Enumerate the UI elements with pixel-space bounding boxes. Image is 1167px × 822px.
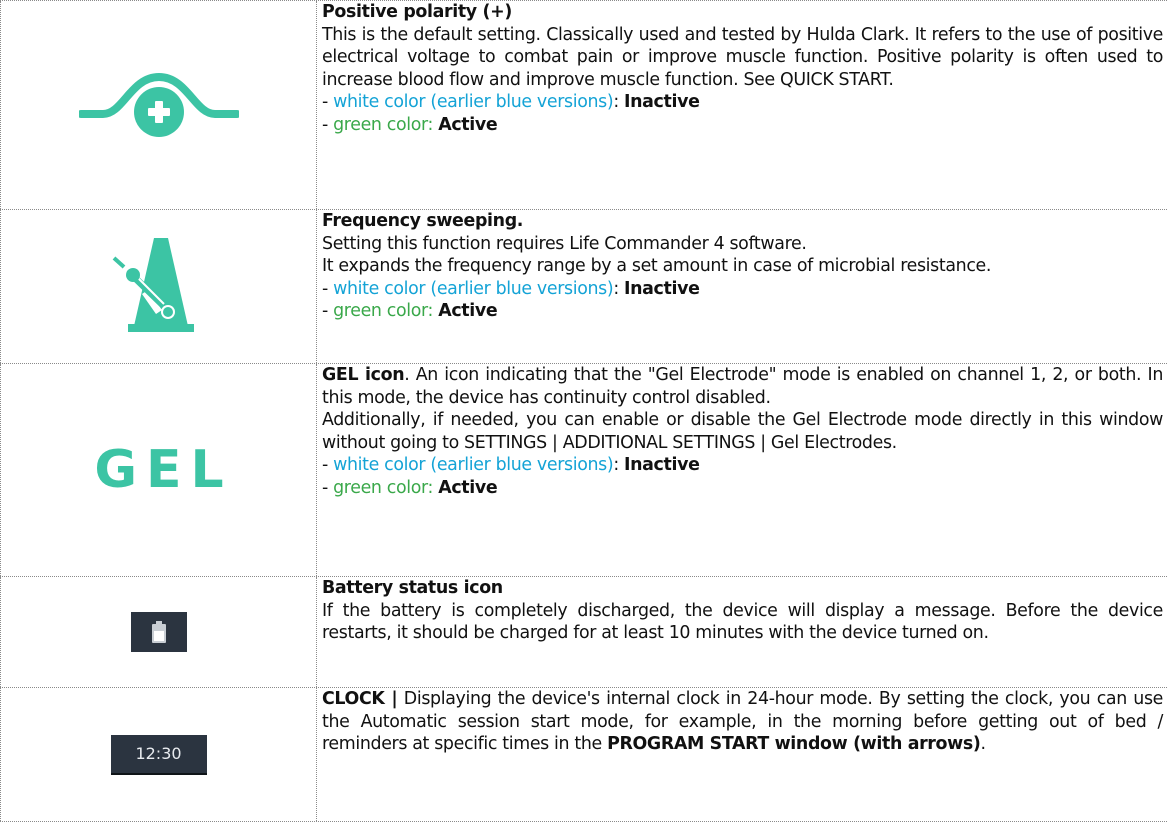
row-text: It expands the frequency range by a set … [322, 256, 992, 276]
icon-cell: GEL [0, 364, 317, 576]
green-color-label: green color: [333, 301, 434, 321]
inactive-state: Inactive [624, 455, 700, 475]
row-text: . An icon indicating that the "Gel Elect… [322, 365, 1163, 408]
program-start-reference: PROGRAM START window (with arrows) [607, 734, 981, 754]
inactive-state: Inactive [624, 278, 700, 299]
icon-description-table: Positive polarity (+) This is the defaul… [0, 0, 1167, 822]
row-description: Positive polarity (+) This is the defaul… [322, 2, 1163, 135]
row-text: . [980, 734, 986, 754]
gel-icon: GEL [94, 440, 233, 500]
table-row: Positive polarity (+) This is the defaul… [0, 0, 1167, 210]
active-state: Active [438, 301, 498, 321]
icon-cell [0, 1, 317, 209]
row-title: GEL icon [322, 365, 405, 385]
green-color-label: green color: [333, 114, 434, 135]
table-row: 12:30 CLOCK | Displaying the device's in… [0, 688, 1167, 822]
inactive-state: Inactive [624, 92, 700, 112]
positive-polarity-icon [76, 63, 241, 147]
row-title: Positive polarity (+) [322, 2, 512, 22]
row-text: This is the default setting. Classically… [322, 24, 1163, 90]
row-description: GEL icon. An icon indicating that the "G… [322, 365, 1163, 498]
row-title: CLOCK | [322, 689, 398, 709]
row-title: Frequency sweeping. [322, 211, 524, 231]
row-description: Frequency sweeping. Setting this functio… [317, 210, 1167, 363]
white-color-label: white color (earlier blue versions) [333, 92, 614, 112]
row-title: Battery status icon [322, 578, 503, 598]
white-color-label: white color (earlier blue versions) [333, 455, 614, 475]
clock-display: 12:30 [110, 734, 207, 775]
battery-icon [130, 612, 187, 652]
icon-cell [0, 577, 317, 687]
active-state: Active [438, 477, 498, 498]
green-color-label: green color: [333, 477, 434, 498]
table-row: Battery status icon If the battery is co… [0, 577, 1167, 688]
row-text: Additionally, if needed, you can enable … [322, 410, 1163, 453]
icon-cell: 12:30 [0, 688, 317, 821]
row-description: CLOCK | Displaying the device's internal… [317, 688, 1167, 821]
row-text: If the battery is completely discharged,… [322, 600, 1163, 644]
table-row: Frequency sweeping. Setting this functio… [0, 210, 1167, 364]
row-description: Battery status icon If the battery is co… [317, 577, 1167, 687]
row-text: Setting this function requires Life Comm… [322, 233, 807, 254]
table-row: GEL GEL icon. An icon indicating that th… [0, 364, 1167, 577]
icon-cell [0, 210, 317, 363]
metronome-icon [104, 230, 214, 344]
white-color-label: white color (earlier blue versions) [333, 278, 614, 299]
active-state: Active [438, 114, 498, 135]
